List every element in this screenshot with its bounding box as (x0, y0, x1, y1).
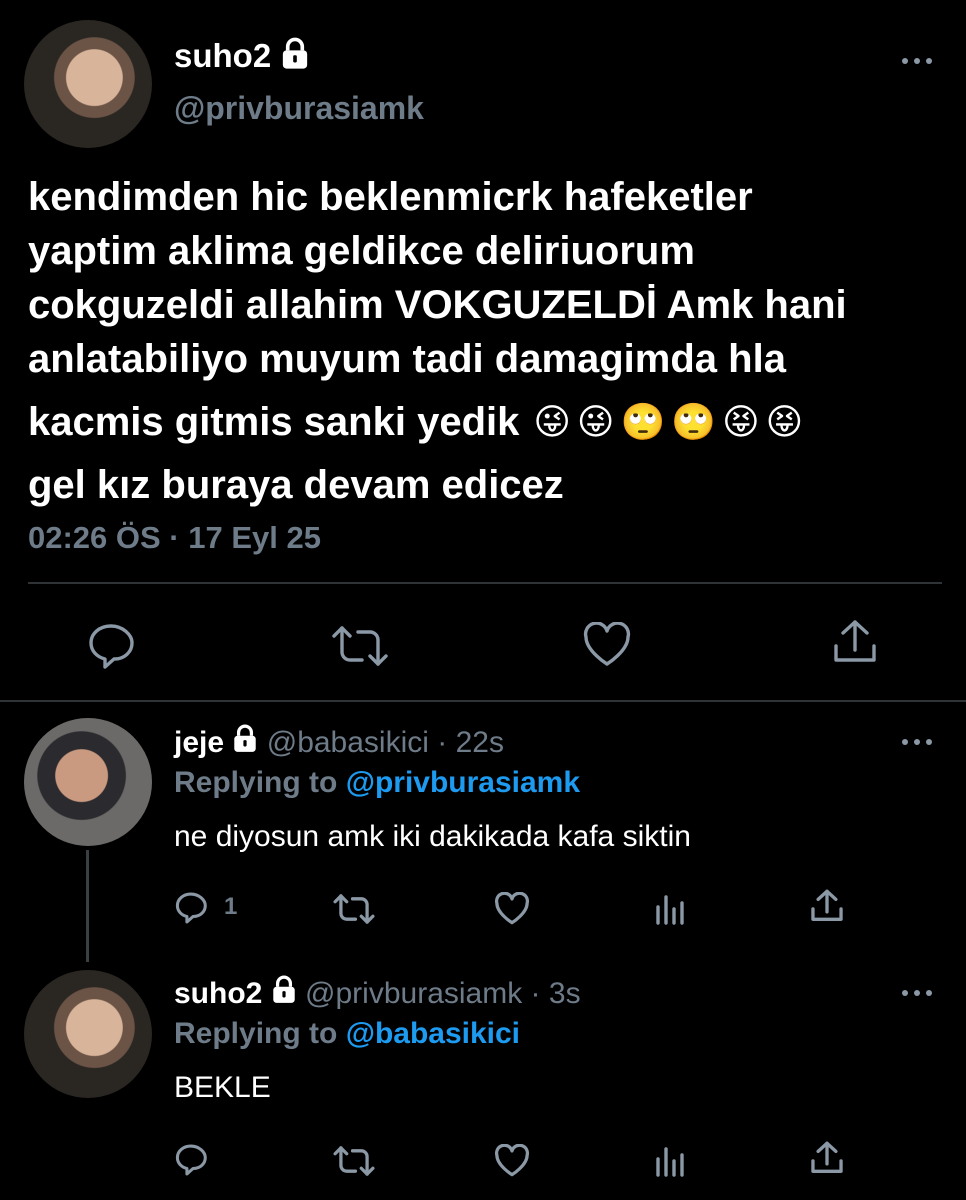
tweet-line: kacmis gitmis sanki yedik 😜😜🙄🙄😝😝 (28, 386, 948, 458)
winking-tongue-emoji: 😜 (533, 401, 577, 442)
section-divider (0, 700, 966, 702)
reply-icon[interactable] (174, 1142, 208, 1176)
display-name[interactable]: jeje (174, 726, 224, 759)
display-name-row: suho2 (174, 36, 310, 80)
more-icon[interactable] (897, 734, 937, 750)
retweet-icon[interactable] (333, 1145, 375, 1177)
share-icon[interactable] (832, 618, 878, 666)
share-icon[interactable] (810, 1140, 844, 1176)
tweet-line: kendimden hic beklenmicrk hafeketler (28, 175, 753, 219)
replying-label: Replying to (174, 1017, 338, 1050)
avatar[interactable] (24, 970, 152, 1098)
lock-icon (280, 37, 310, 80)
replying-to: Replying to @babasikici (174, 1015, 520, 1053)
replying-to: Replying to @privburasiamk (174, 764, 580, 802)
replying-handle-link[interactable]: @babasikici (346, 1017, 520, 1050)
analytics-icon[interactable] (654, 893, 688, 925)
like-icon[interactable] (582, 622, 632, 668)
reply-icon[interactable] (86, 621, 136, 669)
tweet-line: gel kız buraya devam edicez (28, 463, 564, 507)
replying-handle-link[interactable]: @privburasiamk (346, 766, 580, 799)
more-icon[interactable] (897, 53, 937, 69)
reply-text: ne diyosun amk iki dakikada kafa siktin (174, 820, 691, 853)
eye-roll-emoji: 🙄 (620, 401, 672, 442)
squinting-tongue-emoji: 😝 (722, 401, 766, 442)
share-icon[interactable] (810, 888, 844, 924)
reply-icon (174, 890, 208, 924)
avatar[interactable] (24, 20, 152, 148)
thread-line (86, 850, 89, 962)
tweet-line: yaptim aklima geldikce deliriuorum (28, 229, 695, 273)
retweet-icon[interactable] (333, 893, 375, 925)
tweet-line-text: kacmis gitmis sanki yedik (28, 400, 520, 444)
squinting-tongue-emoji: 😝 (765, 401, 810, 442)
reply-button[interactable]: 1 (174, 890, 237, 924)
lock-icon (271, 975, 297, 1015)
handle-time[interactable]: @babasikici · 22s (267, 726, 504, 759)
handle[interactable]: @privburasiamk (174, 88, 424, 128)
handle-time[interactable]: @privburasiamk · 3s (305, 977, 581, 1010)
timestamp[interactable]: 02:26 ÖS · 17 Eyl 25 (28, 518, 321, 558)
tweet-line: cokguzeldi allahim VOKGUZELDİ Amk hani (28, 283, 847, 327)
analytics-icon[interactable] (654, 1145, 688, 1177)
tweet-text: kendimden hic beklenmicrk hafeketler yap… (28, 170, 948, 512)
winking-tongue-emoji: 😜 (576, 401, 621, 442)
emoji-group: 😜😜🙄🙄😝😝 (533, 395, 809, 449)
display-name[interactable]: suho2 (174, 37, 271, 74)
divider (28, 582, 942, 584)
like-icon[interactable] (494, 892, 530, 926)
tweet-line: anlatabiliyo muyum tadi damagimda hla (28, 337, 786, 381)
eye-roll-emoji: 🙄 (671, 401, 723, 442)
like-icon[interactable] (494, 1144, 530, 1178)
display-name[interactable]: suho2 (174, 977, 262, 1010)
avatar[interactable] (24, 718, 152, 846)
reply-text: BEKLE (174, 1071, 271, 1104)
retweet-icon[interactable] (332, 624, 388, 668)
more-icon[interactable] (897, 985, 937, 1001)
reply-count: 1 (224, 893, 238, 920)
reply-header: jeje @babasikici · 22s (174, 724, 504, 764)
reply-header: suho2 @privburasiamk · 3s (174, 975, 581, 1015)
lock-icon (232, 724, 258, 764)
replying-label: Replying to (174, 766, 338, 799)
